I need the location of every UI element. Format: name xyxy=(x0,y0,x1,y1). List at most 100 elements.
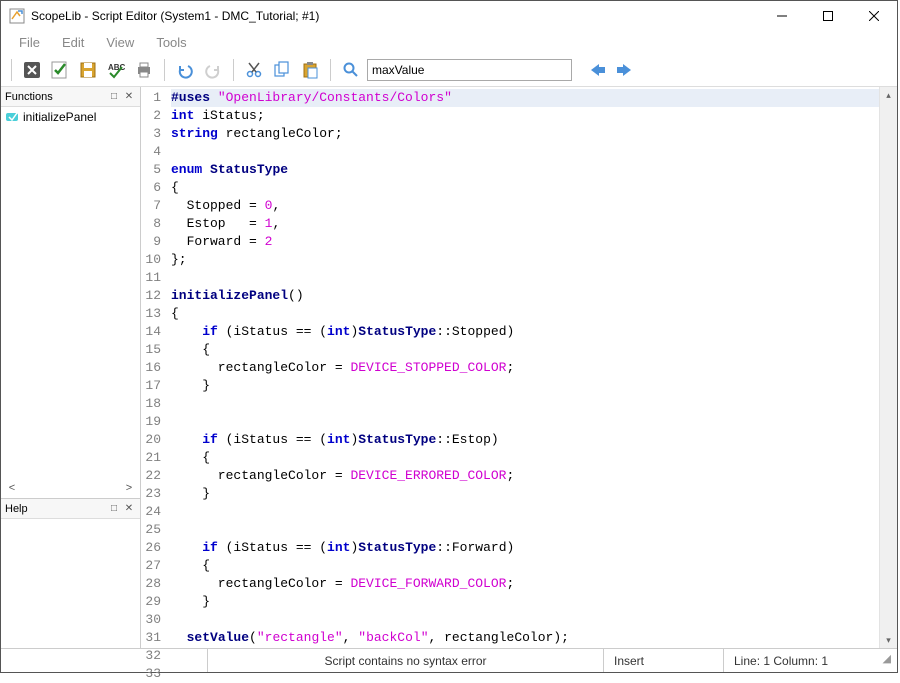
cut-icon[interactable] xyxy=(242,58,266,82)
code-line[interactable]: } xyxy=(171,647,879,648)
line-number: 12 xyxy=(141,287,161,305)
toolbar: ABC xyxy=(1,53,897,87)
help-panel-body xyxy=(1,519,140,648)
code-line[interactable] xyxy=(171,395,879,413)
status-mode: Insert xyxy=(603,649,723,672)
line-number: 16 xyxy=(141,359,161,377)
code-line[interactable]: { xyxy=(171,341,879,359)
functions-hscroll[interactable]: < > xyxy=(5,480,136,496)
scroll-down-icon[interactable]: ▾ xyxy=(880,632,897,648)
code-line[interactable]: enum StatusType xyxy=(171,161,879,179)
line-number: 18 xyxy=(141,395,161,413)
code-line[interactable]: Estop = 1, xyxy=(171,215,879,233)
copy-icon[interactable] xyxy=(270,58,294,82)
code-line[interactable]: #uses "OpenLibrary/Constants/Colors" xyxy=(171,89,879,107)
functions-panel-title: Functions xyxy=(5,91,106,103)
vertical-scrollbar[interactable]: ▴ ▾ xyxy=(879,87,897,648)
search-prev-icon[interactable] xyxy=(586,60,608,80)
code-line[interactable]: { xyxy=(171,557,879,575)
print-icon[interactable] xyxy=(132,58,156,82)
status-bar: Script contains no syntax error Insert L… xyxy=(1,648,897,672)
code-area[interactable]: #uses "OpenLibrary/Constants/Colors"int … xyxy=(167,87,879,648)
menu-edit[interactable]: Edit xyxy=(52,33,94,52)
scroll-right-icon[interactable]: > xyxy=(122,482,136,494)
menu-tools[interactable]: Tools xyxy=(146,33,196,52)
search-input[interactable] xyxy=(367,59,572,81)
functions-list: initializePanel < > xyxy=(1,107,140,498)
code-line[interactable]: int iStatus; xyxy=(171,107,879,125)
line-number: 19 xyxy=(141,413,161,431)
line-number: 8 xyxy=(141,215,161,233)
function-label: initializePanel xyxy=(23,110,96,124)
line-number: 7 xyxy=(141,197,161,215)
code-line[interactable]: } xyxy=(171,377,879,395)
code-line[interactable]: rectangleColor = DEVICE_STOPPED_COLOR; xyxy=(171,359,879,377)
code-line[interactable]: } xyxy=(171,593,879,611)
close-button[interactable] xyxy=(851,2,897,30)
save-icon[interactable] xyxy=(76,58,100,82)
find-icon[interactable] xyxy=(339,58,363,82)
code-line[interactable]: { xyxy=(171,449,879,467)
code-line[interactable]: rectangleColor = DEVICE_FORWARD_COLOR; xyxy=(171,575,879,593)
code-line[interactable] xyxy=(171,413,879,431)
code-line[interactable]: if (iStatus == (int)StatusType::Stopped) xyxy=(171,323,879,341)
code-line[interactable]: if (iStatus == (int)StatusType::Forward) xyxy=(171,539,879,557)
line-number: 29 xyxy=(141,593,161,611)
line-number: 13 xyxy=(141,305,161,323)
line-number: 21 xyxy=(141,449,161,467)
spellcheck-icon[interactable]: ABC xyxy=(104,58,128,82)
line-number: 11 xyxy=(141,269,161,287)
maximize-button[interactable] xyxy=(805,2,851,30)
title-bar: ScopeLib - Script Editor (System1 - DMC_… xyxy=(1,1,897,31)
functions-panel-header: Functions □ ✕ xyxy=(1,87,140,107)
line-number: 15 xyxy=(141,341,161,359)
line-number: 3 xyxy=(141,125,161,143)
panel-close-icon[interactable]: ✕ xyxy=(122,90,136,104)
code-line[interactable]: Stopped = 0, xyxy=(171,197,879,215)
code-line[interactable] xyxy=(171,143,879,161)
code-line[interactable]: if (iStatus == (int)StatusType::Estop) xyxy=(171,431,879,449)
code-line[interactable]: initializePanel() xyxy=(171,287,879,305)
line-number: 10 xyxy=(141,251,161,269)
code-line[interactable]: Forward = 2 xyxy=(171,233,879,251)
search-next-icon[interactable] xyxy=(614,60,636,80)
resize-grip-icon[interactable]: ◢ xyxy=(873,652,891,670)
line-number: 4 xyxy=(141,143,161,161)
code-line[interactable]: setValue("rectangle", "backCol", rectang… xyxy=(171,629,879,647)
panel-undock-icon[interactable]: □ xyxy=(107,90,121,104)
code-line[interactable]: }; xyxy=(171,251,879,269)
code-line[interactable]: } xyxy=(171,485,879,503)
function-icon xyxy=(5,110,19,124)
line-number: 6 xyxy=(141,179,161,197)
scroll-up-icon[interactable]: ▴ xyxy=(880,87,897,103)
app-icon xyxy=(9,8,25,24)
code-line[interactable] xyxy=(171,503,879,521)
code-line[interactable] xyxy=(171,269,879,287)
line-number: 1 xyxy=(141,89,161,107)
code-line[interactable]: { xyxy=(171,305,879,323)
code-line[interactable]: string rectangleColor; xyxy=(171,125,879,143)
redo-icon[interactable] xyxy=(201,58,225,82)
undo-icon[interactable] xyxy=(173,58,197,82)
code-line[interactable] xyxy=(171,611,879,629)
help-panel-title: Help xyxy=(5,503,106,515)
line-number: 17 xyxy=(141,377,161,395)
code-line[interactable]: rectangleColor = DEVICE_ERRORED_COLOR; xyxy=(171,467,879,485)
line-number: 2 xyxy=(141,107,161,125)
panel-undock-icon[interactable]: □ xyxy=(107,502,121,516)
line-number: 22 xyxy=(141,467,161,485)
code-line[interactable]: { xyxy=(171,179,879,197)
save-check-icon[interactable] xyxy=(48,58,72,82)
code-line[interactable] xyxy=(171,521,879,539)
code-editor[interactable]: 1234567891011121314151617181920212223242… xyxy=(141,87,897,648)
function-item[interactable]: initializePanel xyxy=(3,109,138,125)
menu-file[interactable]: File xyxy=(9,33,50,52)
line-number: 5 xyxy=(141,161,161,179)
minimize-button[interactable] xyxy=(759,2,805,30)
paste-icon[interactable] xyxy=(298,58,322,82)
line-number: 24 xyxy=(141,503,161,521)
menu-view[interactable]: View xyxy=(96,33,144,52)
close-dark-icon[interactable] xyxy=(20,58,44,82)
panel-close-icon[interactable]: ✕ xyxy=(122,502,136,516)
scroll-left-icon[interactable]: < xyxy=(5,482,19,494)
